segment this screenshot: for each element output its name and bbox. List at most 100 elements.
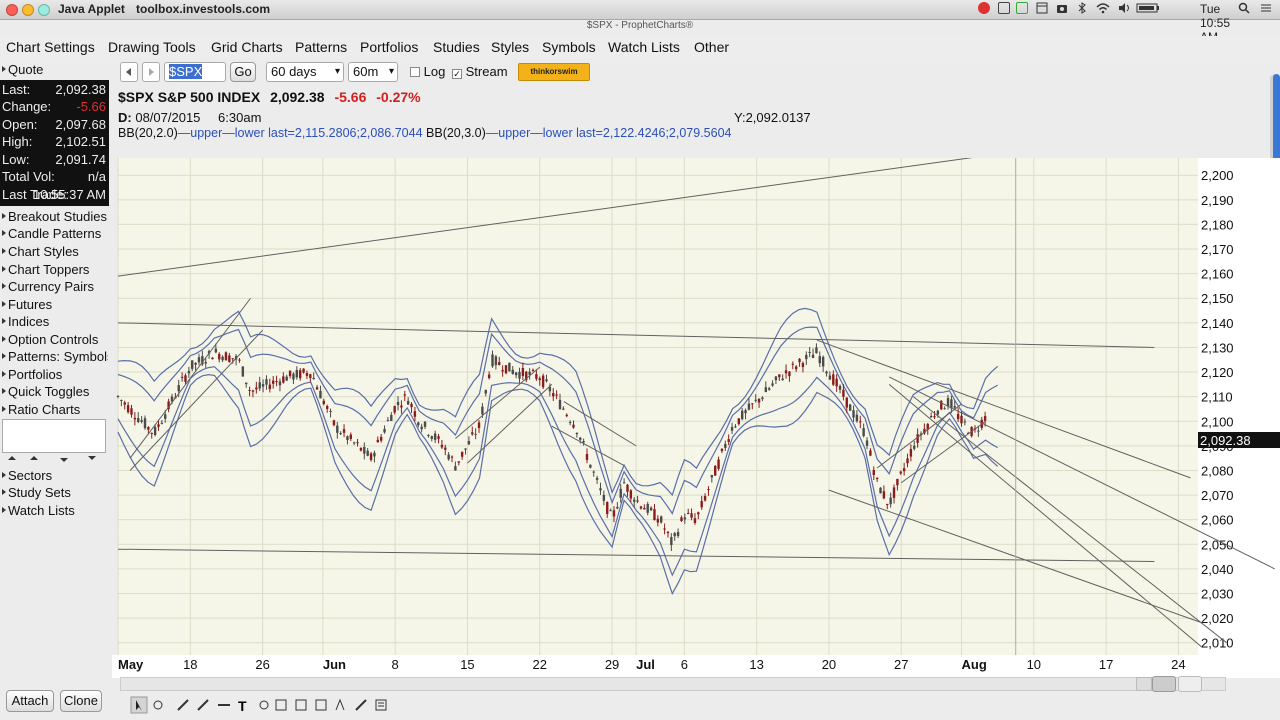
stream-checkbox[interactable]: ✓ Stream: [452, 64, 508, 79]
bluetooth-icon[interactable]: [1076, 2, 1088, 14]
menu-symbols[interactable]: Symbols: [542, 39, 596, 55]
drawing-toolbar: T: [112, 676, 1280, 720]
clone-button[interactable]: Clone: [60, 690, 102, 712]
calendar-icon[interactable]: [1036, 2, 1048, 14]
sidebar-item-candle-patterns[interactable]: Candle Patterns: [2, 226, 108, 243]
close-window-icon[interactable]: [6, 4, 18, 16]
sidebar-item-currency-pairs[interactable]: Currency Pairs: [2, 279, 108, 296]
menu-studies[interactable]: Studies: [433, 39, 480, 55]
price-chart[interactable]: 2,010 2,020 2,030 2,040 2,050 2,060 2,070 2,080…: [112, 145, 1280, 678]
sidebar-item-sectors[interactable]: Sectors: [2, 468, 108, 485]
candle-body: [774, 376, 778, 381]
x-tick-label: 24: [1171, 657, 1185, 672]
candle-body: [120, 400, 123, 402]
interval-select[interactable]: 60m ▾: [348, 62, 398, 82]
fibonacci-tool-icon[interactable]: [295, 699, 307, 711]
attach-button[interactable]: Attach: [6, 690, 54, 712]
thinkorswim-button[interactable]: thinkorswim: [518, 63, 590, 81]
crosshair-tool-icon[interactable]: [153, 700, 163, 710]
battery-icon[interactable]: [1136, 2, 1160, 14]
notification-center-icon[interactable]: [1260, 2, 1272, 14]
go-button[interactable]: Go: [230, 62, 256, 82]
candle-body: [123, 402, 126, 405]
candle-body: [913, 445, 916, 449]
ratio-charts-input[interactable]: [2, 419, 106, 453]
menu-patterns[interactable]: Patterns: [295, 39, 347, 55]
pointer-tool-icon[interactable]: [130, 696, 148, 714]
app-title[interactable]: Java Applet: [58, 2, 125, 16]
menu-styles[interactable]: Styles: [491, 39, 529, 55]
pencil-tool-icon[interactable]: [197, 699, 209, 711]
candle-body: [616, 506, 619, 509]
text-tool-icon[interactable]: T: [238, 698, 247, 714]
horizontal-scrollbar[interactable]: [120, 677, 1226, 691]
zoom-in-icon[interactable]: [1152, 676, 1176, 692]
candle-body: [278, 381, 282, 386]
minimize-window-icon[interactable]: [22, 4, 34, 16]
camera-icon[interactable]: [1056, 2, 1068, 14]
period-select[interactable]: 60 days ▾: [266, 62, 344, 82]
candle-body: [251, 390, 255, 392]
quote-value: 2,091.74: [55, 152, 106, 167]
andrews-pitchfork-icon[interactable]: [335, 698, 345, 711]
symbol-input[interactable]: $SPX: [164, 62, 226, 82]
circle-tool-icon[interactable]: [259, 700, 269, 710]
status-box-icon[interactable]: [998, 2, 1010, 14]
menu-other[interactable]: Other: [694, 39, 729, 55]
quote-toggle[interactable]: Quote: [2, 62, 43, 77]
candle-body: [376, 439, 379, 443]
candle-body: [413, 411, 417, 417]
status-green-icon[interactable]: [1016, 2, 1028, 14]
sidebar-item-portfolios[interactable]: Portfolios: [2, 367, 108, 384]
menu-chart-settings[interactable]: Chart Settings: [6, 39, 95, 55]
menu-drawing-tools[interactable]: Drawing Tools: [108, 39, 196, 55]
menu-portfolios[interactable]: Portfolios: [360, 39, 418, 55]
menu-watch-lists[interactable]: Watch Lists: [608, 39, 680, 55]
menu-grid-charts[interactable]: Grid Charts: [211, 39, 283, 55]
sidebar-item-chart-toppers[interactable]: Chart Toppers: [2, 262, 108, 279]
window-menu-url[interactable]: toolbox.investools.com: [136, 2, 270, 16]
quote-header[interactable]: Quote: [2, 62, 108, 78]
x-tick-label: 18: [183, 657, 197, 672]
move-down-icon: [88, 456, 96, 462]
zoom-window-icon[interactable]: [38, 4, 50, 16]
scroll-right-button[interactable]: [1136, 677, 1152, 691]
sidebar-item-futures[interactable]: Futures: [2, 297, 108, 314]
status-red-icon[interactable]: [978, 2, 990, 14]
candle-body: [518, 372, 521, 379]
volume-icon[interactable]: [1118, 2, 1130, 14]
channel-tool-icon[interactable]: [315, 699, 327, 711]
forward-button[interactable]: [142, 62, 160, 82]
wifi-icon[interactable]: [1096, 2, 1110, 14]
sidebar-item-quick-toggles[interactable]: Quick Toggles: [2, 384, 108, 401]
sidebar-item-chart-styles[interactable]: Chart Styles: [2, 244, 108, 261]
log-checkbox[interactable]: Log: [410, 64, 445, 79]
list-tool-icon[interactable]: [375, 699, 387, 711]
sidebar-item-study-sets[interactable]: Study Sets: [2, 485, 108, 502]
period-value: 60 days: [271, 64, 317, 79]
sidebar-item-option-controls[interactable]: Option Controls: [2, 332, 108, 349]
back-button[interactable]: [120, 62, 138, 82]
candle-body: [902, 468, 906, 472]
sidebar-item-ratio-charts[interactable]: Ratio Charts: [2, 402, 108, 419]
spotlight-search-icon[interactable]: [1238, 2, 1250, 14]
price-chart-svg[interactable]: 2,010 2,020 2,030 2,040 2,050 2,060 2,070 2,080…: [112, 145, 1280, 678]
candle-body: [238, 359, 241, 361]
y-tick-label: 2,140: [1201, 316, 1234, 331]
chart-toolbar: $SPX Go 60 days ▾ 60m ▾ Log ✓ Stream thi…: [112, 62, 1280, 84]
candle-body: [629, 490, 633, 499]
line-tool-icon[interactable]: [177, 699, 189, 711]
sidebar-item-indices[interactable]: Indices: [2, 314, 108, 331]
chart-change-pct: -0.27%: [376, 89, 421, 105]
bb1-label[interactable]: BB(20,2.0): [118, 126, 178, 140]
sidebar-item-patterns-symbols[interactable]: Patterns: Symbols: [2, 349, 108, 366]
quote-row-last: Last: 2,092.38: [2, 82, 106, 99]
bb2-label[interactable]: BB(20,3.0): [426, 126, 486, 140]
sidebar-item-watch-lists[interactable]: Watch Lists: [2, 503, 108, 520]
candle-body: [673, 533, 676, 537]
sidebar-item-breakout-studies[interactable]: Breakout Studies: [2, 209, 108, 226]
arrow-tool-icon[interactable]: [355, 699, 367, 711]
rectangle-tool-icon[interactable]: [275, 699, 287, 711]
y-tick-label: 2,080: [1201, 463, 1234, 478]
zoom-out-icon[interactable]: [1178, 676, 1202, 692]
